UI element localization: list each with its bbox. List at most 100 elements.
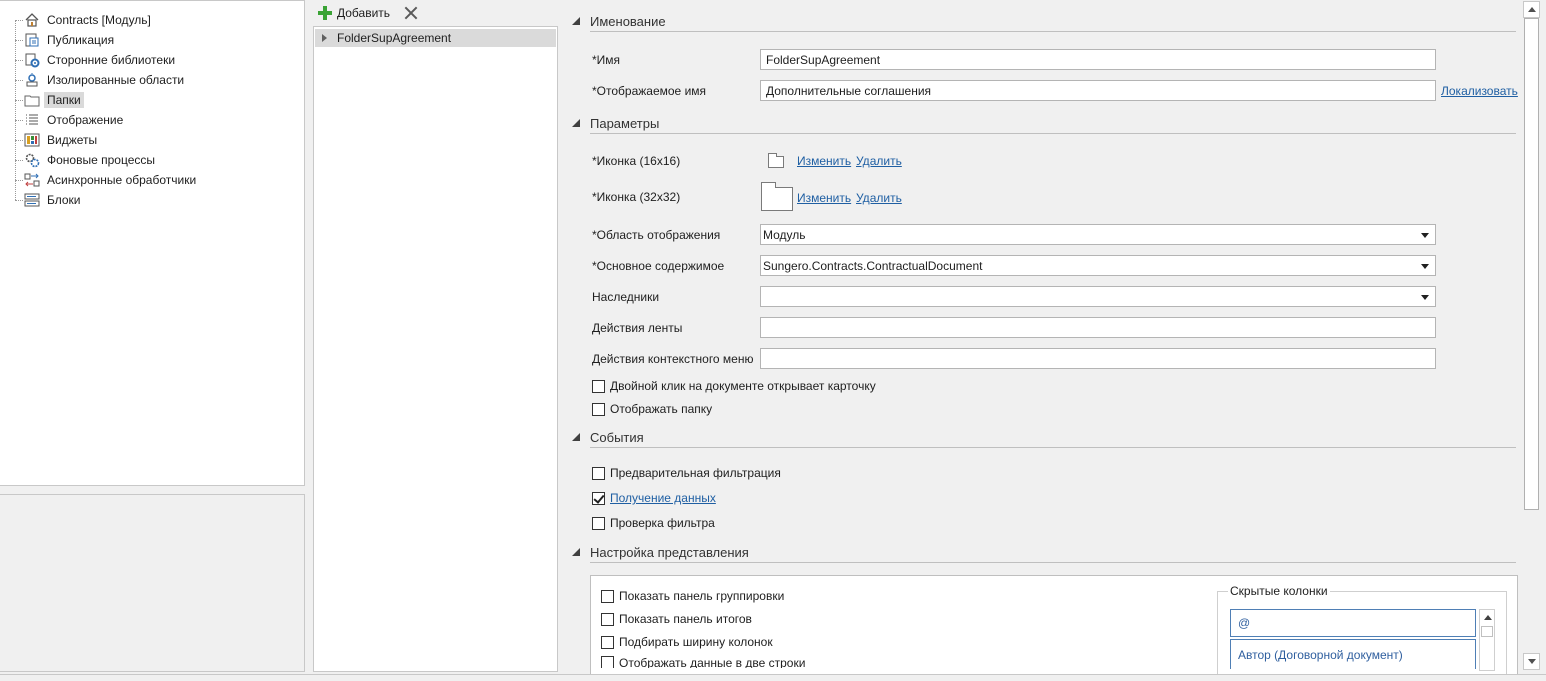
- main-content-select[interactable]: Sungero.Contracts.ContractualDocument: [760, 255, 1436, 276]
- scroll-thumb[interactable]: [1481, 626, 1493, 637]
- tree-item-contracts-module[interactable]: Contracts [Модуль]: [24, 11, 154, 29]
- section-view-header[interactable]: Настройка представления: [572, 543, 1516, 561]
- tree-item-folders[interactable]: Папки: [24, 91, 84, 109]
- scroll-down-button[interactable]: [1523, 653, 1540, 670]
- section-events-header[interactable]: События: [572, 428, 1516, 446]
- display-name-field[interactable]: Дополнительные соглашения: [760, 80, 1436, 101]
- show-folder-checkbox[interactable]: Отображать папку: [592, 400, 712, 418]
- collapse-triangle-icon[interactable]: [572, 17, 580, 25]
- tree-connector: [15, 200, 23, 201]
- main-vertical-scrollbar[interactable]: [1523, 0, 1540, 672]
- tree-connector: [15, 160, 23, 161]
- name-field[interactable]: FolderSupAgreement: [760, 49, 1436, 70]
- plus-icon: [318, 6, 332, 20]
- icon16-change-link[interactable]: Изменить: [797, 154, 851, 168]
- isolated-area-icon: [24, 72, 40, 88]
- checkbox-box[interactable]: [601, 612, 614, 626]
- home-icon: [24, 12, 40, 28]
- widgets-icon: [24, 132, 40, 148]
- chevron-down-icon: [1421, 233, 1429, 238]
- scroll-thumb[interactable]: [1524, 18, 1539, 510]
- dblclick-opens-card-checkbox[interactable]: Двойной клик на документе открывает карт…: [592, 377, 876, 395]
- checkbox-box-checked[interactable]: [592, 491, 605, 505]
- checkbox-box[interactable]: [592, 466, 605, 480]
- collapse-triangle-icon[interactable]: [572, 548, 580, 556]
- display-area-label: *Область отображения: [592, 228, 721, 242]
- context-menu-actions-field[interactable]: [760, 348, 1436, 369]
- tree-connector: [15, 120, 23, 121]
- hidden-columns-scrollbar[interactable]: [1479, 609, 1495, 671]
- get-data-checkbox[interactable]: Получение данных: [592, 489, 716, 507]
- localize-link[interactable]: Локализовать: [1441, 84, 1518, 98]
- tree-connector: [15, 40, 23, 41]
- section-divider: [590, 133, 1516, 134]
- tree-item-background-processes[interactable]: Фоновые процессы: [24, 151, 158, 169]
- tree-connector-line: [15, 20, 16, 200]
- delete-icon[interactable]: [404, 6, 418, 20]
- chevron-down-icon: [1421, 264, 1429, 269]
- fit-columns-checkbox[interactable]: Подбирать ширину колонок: [601, 633, 773, 651]
- tree-item-blocks[interactable]: Блоки: [24, 191, 84, 209]
- section-params-header[interactable]: Параметры: [572, 114, 1516, 132]
- tree-connector: [15, 20, 23, 21]
- icon32-change-link[interactable]: Изменить: [797, 191, 851, 205]
- checkbox-box[interactable]: [592, 379, 605, 393]
- folder-large-icon: [761, 182, 793, 211]
- module-tree-panel: Contracts [Модуль] Публикация Сторонние …: [0, 0, 305, 486]
- publication-icon: [24, 32, 40, 48]
- folder-icon: [24, 92, 40, 108]
- tree-connector: [15, 140, 23, 141]
- tree-connector: [15, 100, 23, 101]
- section-naming-header[interactable]: Именование: [572, 12, 1516, 30]
- tree-item-isolated-areas[interactable]: Изолированные области: [24, 71, 187, 89]
- section-divider: [590, 31, 1516, 32]
- icon32-delete-link[interactable]: Удалить: [856, 191, 902, 205]
- two-lines-checkbox[interactable]: Отображать данные в две строки: [601, 656, 805, 668]
- checkbox-box[interactable]: [592, 516, 605, 530]
- hidden-columns-input[interactable]: @: [1230, 609, 1476, 637]
- scroll-up-icon[interactable]: [1484, 615, 1492, 620]
- heirs-select[interactable]: [760, 286, 1436, 307]
- expand-arrow-icon[interactable]: [322, 34, 327, 42]
- collapse-triangle-icon[interactable]: [572, 119, 580, 127]
- checkbox-box[interactable]: [601, 589, 614, 603]
- list-item-label: FolderSupAgreement: [337, 31, 452, 45]
- section-divider: [590, 562, 1516, 563]
- tree-item-display[interactable]: Отображение: [24, 111, 126, 129]
- section-divider: [590, 447, 1516, 448]
- display-area-select[interactable]: Модуль: [760, 224, 1436, 245]
- main-content-label: *Основное содержимое: [592, 259, 725, 273]
- icon16-delete-link[interactable]: Удалить: [856, 154, 902, 168]
- ribbon-actions-field[interactable]: [760, 317, 1436, 338]
- tree-item-third-party-libraries[interactable]: Сторонние библиотеки: [24, 51, 178, 69]
- context-menu-actions-label: Действия контекстного меню: [592, 352, 754, 366]
- hidden-columns-title: Скрытые колонки: [1228, 584, 1330, 598]
- name-label: *Имя: [592, 53, 621, 67]
- get-data-link[interactable]: Получение данных: [610, 491, 716, 505]
- check-filter-checkbox[interactable]: Проверка фильтра: [592, 514, 715, 532]
- blocks-icon: [24, 192, 40, 208]
- show-totals-panel-checkbox[interactable]: Показать панель итогов: [601, 610, 752, 628]
- tree-item-publication[interactable]: Публикация: [24, 31, 117, 49]
- checkbox-box[interactable]: [592, 402, 605, 416]
- library-gear-icon: [24, 52, 40, 68]
- add-button-label: Добавить: [337, 6, 391, 20]
- tree-connector: [15, 180, 23, 181]
- display-name-label: *Отображаемое имя: [592, 84, 707, 98]
- show-group-panel-checkbox[interactable]: Показать панель группировки: [601, 587, 784, 605]
- icon16-label: *Иконка (16x16): [592, 154, 681, 168]
- scroll-up-button[interactable]: [1523, 1, 1540, 18]
- properties-preview-panel: [0, 494, 305, 672]
- status-strip: [0, 674, 1546, 681]
- list-icon: [24, 112, 40, 128]
- async-handlers-icon: [24, 172, 40, 188]
- checkbox-box[interactable]: [601, 635, 614, 649]
- collapse-triangle-icon[interactable]: [572, 433, 580, 441]
- list-item[interactable]: FolderSupAgreement: [315, 29, 556, 47]
- hidden-column-item[interactable]: Автор (Договорной документ): [1230, 639, 1476, 669]
- tree-item-async-handlers[interactable]: Асинхронные обработчики: [24, 171, 199, 189]
- checkbox-box[interactable]: [601, 656, 614, 668]
- add-button[interactable]: Добавить: [318, 6, 390, 20]
- tree-item-widgets[interactable]: Виджеты: [24, 131, 100, 149]
- prefilter-checkbox[interactable]: Предварительная фильтрация: [592, 464, 781, 482]
